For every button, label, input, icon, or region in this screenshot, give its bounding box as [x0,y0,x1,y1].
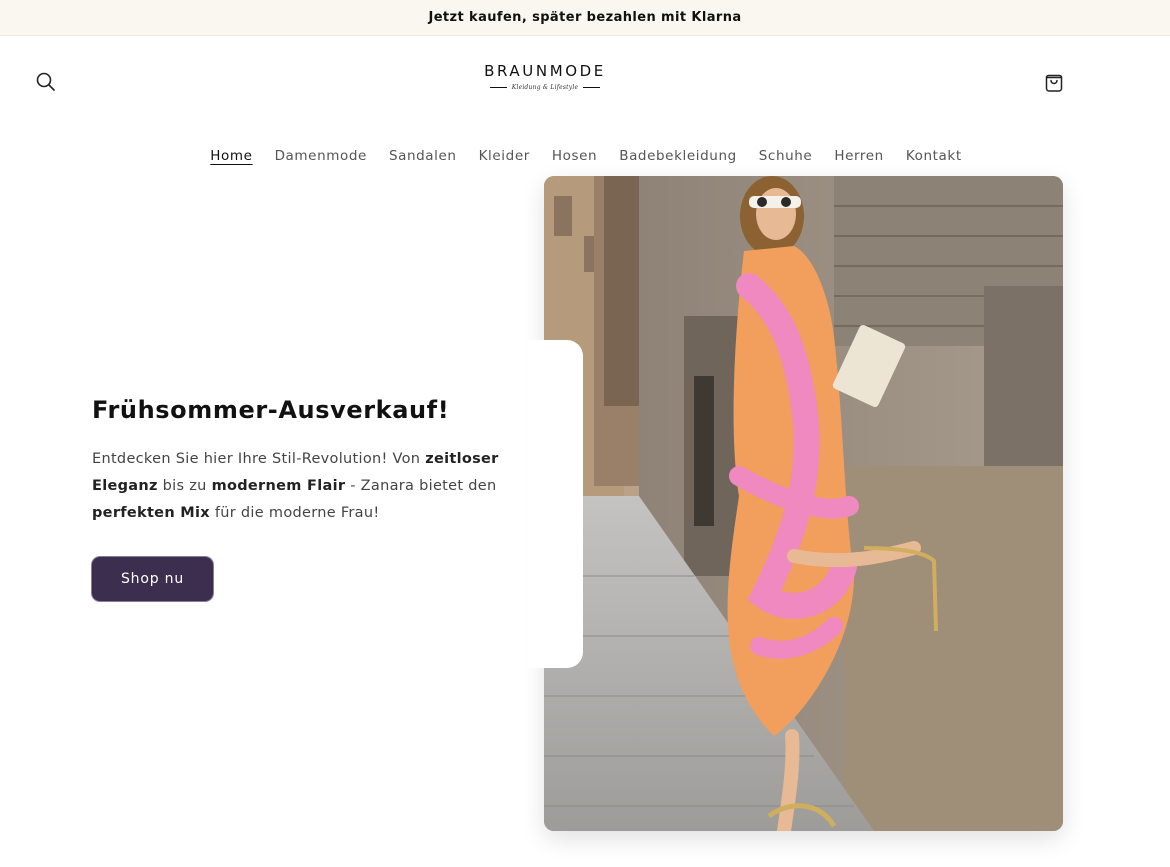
nav-item-herren[interactable]: Herren [834,146,884,168]
nav-item-badebekleidung[interactable]: Badebekleidung [619,146,737,168]
hero-text-part: bis zu [157,478,212,494]
logo-subline: Kleidung & Lifestyle [470,84,620,91]
logo-tagline: Kleidung & Lifestyle [511,84,579,91]
nav-item-damenmode[interactable]: Damenmode [275,146,367,168]
main-navigation: Home Damenmode Sandalen Kleider Hosen Ba… [0,146,1170,168]
hero-text-bold: modernem Flair [211,478,346,494]
hero-image [544,176,1063,831]
nav-item-home[interactable]: Home [210,146,252,168]
search-icon [36,72,55,91]
hero-text-part: - Zanara bietet den [345,478,497,494]
hero-title: Frühsommer-Ausverkauf! [92,396,450,424]
shopping-bag-icon [1045,74,1063,92]
nav-item-sandalen[interactable]: Sandalen [389,146,457,168]
hero-text-bold: perfekten Mix [92,505,210,521]
hero-description: Entdecken Sie hier Ihre Stil-Revolution!… [92,446,532,527]
hero-text-part: Entdecken Sie hier Ihre Stil-Revolution!… [92,451,426,467]
nav-item-schuhe[interactable]: Schuhe [759,146,813,168]
cart-button[interactable] [1042,70,1066,94]
search-button[interactable] [34,70,58,94]
brand-logo[interactable]: BRAUNMODE Kleidung & Lifestyle [470,62,620,102]
shop-now-button[interactable]: Shop nu [92,557,213,601]
logo-line-right [583,86,601,89]
logo-title: BRAUNMODE [484,62,606,80]
announcement-text: Jetzt kaufen, später bezahlen mit Klarna [428,10,742,25]
logo-line-left [489,86,507,89]
announcement-bar: Jetzt kaufen, später bezahlen mit Klarna [0,0,1170,36]
nav-item-hosen[interactable]: Hosen [552,146,597,168]
nav-item-kleider[interactable]: Kleider [479,146,530,168]
hero-text-part: für die moderne Frau! [209,505,380,521]
hero-image-notch [528,340,583,668]
nav-item-kontakt[interactable]: Kontakt [906,146,962,168]
hero-photo-illustration [544,176,1063,831]
